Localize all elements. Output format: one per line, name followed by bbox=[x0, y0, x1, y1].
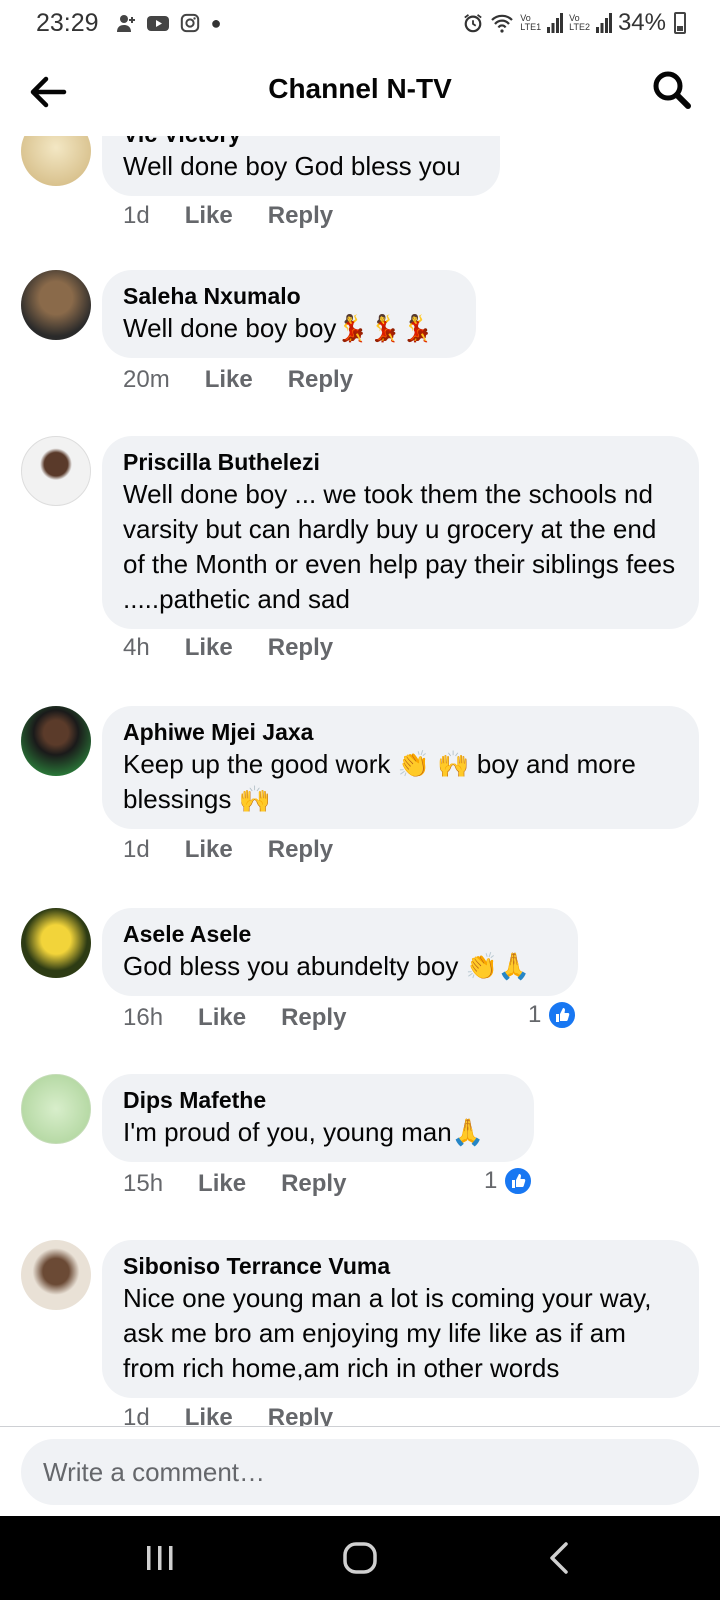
comment-author[interactable]: Siboniso Terrance Vuma bbox=[123, 1251, 679, 1281]
comment-author[interactable]: Asele Asele bbox=[123, 919, 558, 949]
avatar[interactable] bbox=[21, 270, 91, 340]
comment-bubble[interactable]: Priscilla Buthelezi Well done boy ... we… bbox=[102, 436, 699, 629]
thumbs-up-icon bbox=[547, 1000, 578, 1030]
reply-button[interactable]: Reply bbox=[268, 202, 333, 230]
comment-input[interactable] bbox=[21, 1439, 699, 1505]
comment-actions: 1d Like Reply bbox=[123, 202, 333, 230]
comment-text: Well done boy God bless you bbox=[123, 151, 461, 181]
comment-text: I'm proud of you, young man🙏 bbox=[123, 1117, 485, 1147]
comment-time: 1d bbox=[123, 1404, 150, 1426]
like-button[interactable]: Like bbox=[185, 202, 233, 230]
network-label-2: Vo LTE2 bbox=[569, 13, 590, 32]
comment-actions: 1d Like Reply bbox=[123, 836, 333, 864]
instagram-icon bbox=[180, 13, 199, 33]
like-button[interactable]: Like bbox=[198, 1004, 246, 1032]
comment-bubble[interactable]: Siboniso Terrance Vuma Nice one young ma… bbox=[102, 1240, 699, 1398]
network-label-1: Vo LTE1 bbox=[520, 13, 542, 32]
comment-bubble[interactable]: Vic Victory Well done boy God bless you bbox=[102, 136, 500, 196]
comment-text: Well done boy ... we took them the schoo… bbox=[123, 479, 676, 614]
comment-author[interactable]: Dips Mafethe bbox=[123, 1085, 514, 1115]
like-button[interactable]: Like bbox=[185, 836, 233, 864]
comment-actions: 4h Like Reply bbox=[123, 634, 333, 662]
reply-button[interactable]: Reply bbox=[281, 1170, 346, 1198]
comment-composer bbox=[0, 1426, 720, 1516]
comment-text: Nice one young man a lot is coming your … bbox=[123, 1283, 652, 1383]
app-header: Channel N-TV bbox=[0, 46, 720, 136]
like-button[interactable]: Like bbox=[185, 1404, 233, 1426]
comment-bubble[interactable]: Asele Asele God bless you abundelty boy … bbox=[102, 908, 578, 996]
person-add-icon bbox=[116, 15, 135, 32]
comment-time: 15h bbox=[123, 1170, 164, 1197]
avatar[interactable] bbox=[21, 436, 91, 506]
back-nav-icon[interactable] bbox=[540, 1538, 580, 1578]
battery-icon bbox=[674, 12, 686, 34]
page-title: Channel N-TV bbox=[268, 73, 452, 104]
search-icon[interactable] bbox=[650, 68, 694, 112]
comment-time: 1d bbox=[123, 202, 150, 229]
youtube-icon bbox=[146, 16, 169, 31]
reply-button[interactable]: Reply bbox=[268, 836, 333, 864]
recent-apps-icon[interactable] bbox=[140, 1538, 180, 1578]
battery-percent: 34% bbox=[617, 9, 666, 36]
reaction-number: 1 bbox=[484, 1167, 498, 1194]
avatar[interactable] bbox=[21, 1240, 91, 1310]
like-button[interactable]: Like bbox=[185, 634, 233, 662]
avatar[interactable] bbox=[21, 136, 91, 186]
status-time: 23:29 bbox=[36, 8, 99, 37]
reply-button[interactable]: Reply bbox=[281, 1004, 346, 1032]
signal-icon bbox=[595, 13, 612, 33]
comment-bubble[interactable]: Dips Mafethe I'm proud of you, young man… bbox=[102, 1074, 534, 1162]
comment-actions: 1d Like Reply bbox=[123, 1404, 333, 1426]
comment-author[interactable]: Vic Victory bbox=[123, 136, 480, 149]
like-button[interactable]: Like bbox=[205, 366, 253, 394]
comment-bubble[interactable]: Aphiwe Mjei Jaxa Keep up the good work 👏… bbox=[102, 706, 699, 829]
home-icon[interactable] bbox=[340, 1538, 380, 1578]
like-button[interactable]: Like bbox=[198, 1170, 246, 1198]
comment-text: Keep up the good work 👏 🙌 boy and more b… bbox=[123, 749, 636, 814]
alarm-icon bbox=[464, 14, 482, 33]
avatar[interactable] bbox=[21, 908, 91, 978]
comment-bubble[interactable]: Saleha Nxumalo Well done boy boy💃💃💃 bbox=[102, 270, 476, 358]
avatar[interactable] bbox=[21, 706, 91, 776]
comment-author[interactable]: Saleha Nxumalo bbox=[123, 281, 456, 311]
wifi-icon bbox=[491, 14, 514, 33]
system-nav-bar bbox=[0, 1516, 720, 1600]
notification-dot-icon: ● bbox=[210, 12, 222, 33]
thumbs-up-icon bbox=[503, 1166, 534, 1196]
reply-button[interactable]: Reply bbox=[268, 1404, 333, 1426]
reaction-count[interactable]: 1 bbox=[528, 1000, 578, 1030]
signal-icon bbox=[547, 13, 564, 33]
comment-time: 20m bbox=[123, 366, 170, 393]
reaction-count[interactable]: 1 bbox=[484, 1166, 534, 1196]
avatar[interactable] bbox=[21, 1074, 91, 1144]
comments-list: Vic Victory Well done boy God bless you … bbox=[0, 136, 720, 1426]
comment-actions: 20m Like Reply bbox=[123, 366, 353, 394]
comment-time: 1d bbox=[123, 836, 150, 863]
reply-button[interactable]: Reply bbox=[288, 366, 353, 394]
comment-text: Well done boy boy💃💃💃 bbox=[123, 313, 434, 343]
reply-button[interactable]: Reply bbox=[268, 634, 333, 662]
comment-time: 4h bbox=[123, 634, 150, 661]
comment-text: God bless you abundelty boy 👏🙏 bbox=[123, 951, 531, 981]
comment-actions: 15h Like Reply bbox=[123, 1170, 346, 1198]
comment-author[interactable]: Aphiwe Mjei Jaxa bbox=[123, 717, 679, 747]
comment-actions: 16h Like Reply bbox=[123, 1004, 346, 1032]
reaction-number: 1 bbox=[528, 1001, 542, 1028]
comment-author[interactable]: Priscilla Buthelezi bbox=[123, 447, 679, 477]
comment-time: 16h bbox=[123, 1004, 164, 1031]
status-bar: 23:29 ● Vo LTE1 Vo LTE2 34% bbox=[0, 0, 720, 46]
